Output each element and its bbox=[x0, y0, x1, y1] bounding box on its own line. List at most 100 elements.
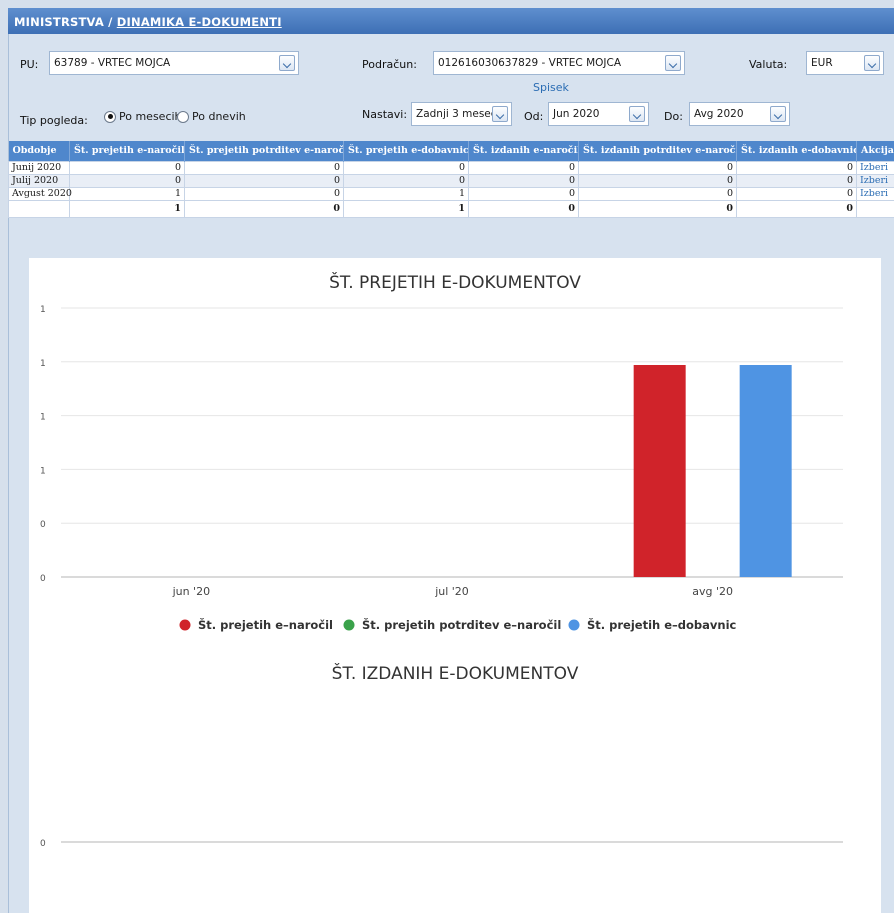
legend-marker bbox=[343, 619, 355, 631]
radio-dot[interactable] bbox=[177, 110, 189, 123]
value-cell: 0 bbox=[69, 160, 185, 175]
bar--t-prejetih-e-naro-il bbox=[633, 365, 686, 577]
nastavi-value: Zadnji 3 meseci bbox=[416, 108, 500, 120]
value-cell: 0 bbox=[69, 173, 185, 188]
radio-po-mesecih[interactable]: Po mesecih bbox=[104, 110, 182, 123]
column-header[interactable]: Št. izdanih e-naročil bbox=[468, 141, 579, 161]
total-cell: 0 bbox=[736, 199, 857, 218]
total-cell: 1 bbox=[69, 199, 185, 218]
x-tick-label: avg '20 bbox=[692, 585, 733, 598]
od-value: Jun 2020 bbox=[553, 108, 600, 120]
column-header[interactable]: Obdobje bbox=[8, 141, 70, 161]
value-cell: 0 bbox=[343, 173, 469, 188]
y-tick-label: 1 bbox=[40, 359, 46, 369]
do-select[interactable]: Avg 2020 bbox=[689, 102, 790, 126]
total-label-cell bbox=[8, 199, 70, 218]
value-cell: 0 bbox=[736, 186, 857, 201]
charts-card: ŠT. PREJETIH E-DOKUMENTOV 1 1 1 1 0 0 jun '20 ju… bbox=[29, 258, 881, 913]
chevron-down-icon[interactable] bbox=[492, 106, 508, 122]
chevron-down-icon[interactable] bbox=[864, 55, 880, 71]
radio-po-dnevih-label: Po dnevih bbox=[192, 110, 246, 123]
chart-title: ŠT. IZDANIH E-DOKUMENTOV bbox=[332, 662, 579, 684]
value-cell: 0 bbox=[736, 160, 857, 175]
valuta-value: EUR bbox=[811, 57, 833, 69]
nastavi-select[interactable]: Zadnji 3 meseci bbox=[411, 102, 512, 126]
value-cell: 1 bbox=[343, 186, 469, 201]
column-header[interactable]: Št. izdanih potrditev e-naročil bbox=[578, 141, 737, 161]
valuta-select[interactable]: EUR bbox=[806, 51, 884, 75]
period-cell: Avgust 2020 bbox=[8, 186, 72, 201]
chevron-down-icon[interactable] bbox=[629, 106, 645, 122]
value-cell: 0 bbox=[184, 173, 344, 188]
value-cell: 0 bbox=[184, 186, 344, 201]
title-link[interactable]: DINAMIKA E-DOKUMENTI bbox=[117, 15, 282, 29]
radio-po-mesecih-label: Po mesecih bbox=[119, 110, 182, 123]
pu-value: 63789 - VRTEC MOJCA bbox=[54, 57, 171, 69]
od-label: Od: bbox=[524, 110, 544, 123]
data-table: Obdobje Št. prejetih e-naročil Št. preje… bbox=[8, 141, 894, 218]
total-cell: 0 bbox=[468, 199, 579, 218]
column-header[interactable]: Št. prejetih e-dobavnic bbox=[343, 141, 469, 161]
pu-label: PU: bbox=[20, 58, 39, 71]
legend-marker bbox=[179, 619, 191, 631]
y-tick-label: 0 bbox=[40, 839, 46, 849]
table-header: Obdobje Št. prejetih e-naročil Št. preje… bbox=[8, 141, 894, 161]
spisek-link[interactable]: Spisek bbox=[533, 81, 569, 94]
x-tick-label: jun '20 bbox=[172, 585, 211, 598]
nastavi-label: Nastavi: bbox=[362, 108, 408, 121]
do-label: Do: bbox=[664, 110, 683, 123]
legend-label: Št. prejetih e–naročil bbox=[198, 617, 333, 632]
od-select[interactable]: Jun 2020 bbox=[548, 102, 649, 126]
value-cell: 0 bbox=[468, 173, 579, 188]
column-header[interactable]: Št. izdanih e-dobavnic bbox=[736, 141, 857, 161]
table-total-row: 1 0 1 0 0 0 bbox=[8, 199, 894, 218]
radio-po-dnevih[interactable]: Po dnevih bbox=[177, 110, 246, 123]
value-cell: 0 bbox=[468, 186, 579, 201]
chevron-down-icon[interactable] bbox=[665, 55, 681, 71]
table-row: Julij 2020 0 0 0 0 0 0 Izberi bbox=[8, 173, 894, 188]
total-cell: 0 bbox=[578, 199, 737, 218]
podracun-label: Podračun: bbox=[362, 58, 417, 71]
value-cell: 0 bbox=[578, 160, 737, 175]
column-header[interactable]: Akcija bbox=[856, 141, 894, 161]
izberi-link[interactable]: Izberi bbox=[856, 186, 894, 201]
do-value: Avg 2020 bbox=[694, 108, 744, 120]
izberi-link[interactable]: Izberi bbox=[856, 173, 894, 188]
pu-select[interactable]: 63789 - VRTEC MOJCA bbox=[49, 51, 299, 75]
value-cell: 1 bbox=[69, 186, 185, 201]
total-cell: 1 bbox=[343, 199, 469, 218]
podracun-select[interactable]: 012616030637829 - VRTEC MOJCA bbox=[433, 51, 685, 75]
tip-pogleda-label: Tip pogleda: bbox=[20, 114, 88, 127]
y-tick-label: 1 bbox=[40, 413, 46, 423]
page-title: MINISTRSTVA / DINAMIKA E-DOKUMENTI bbox=[8, 8, 894, 34]
table-row: Junij 2020 0 0 0 0 0 0 Izberi bbox=[8, 160, 894, 175]
legend-marker bbox=[568, 619, 580, 631]
value-cell: 0 bbox=[184, 160, 344, 175]
podracun-value: 012616030637829 - VRTEC MOJCA bbox=[438, 57, 622, 69]
valuta-label: Valuta: bbox=[749, 58, 788, 71]
y-tick-label: 0 bbox=[40, 574, 46, 584]
bar--t-prejetih-e-dobavnic bbox=[739, 365, 792, 577]
total-action-cell bbox=[856, 199, 894, 218]
y-tick-label: 0 bbox=[40, 520, 46, 530]
chevron-down-icon[interactable] bbox=[279, 55, 295, 71]
y-tick-label: 1 bbox=[40, 305, 46, 315]
title-prefix: MINISTRSTVA / bbox=[14, 15, 117, 29]
izberi-link[interactable]: Izberi bbox=[856, 160, 894, 175]
value-cell: 0 bbox=[578, 173, 737, 188]
legend-label: Št. prejetih e–dobavnic bbox=[587, 617, 737, 632]
period-cell: Julij 2020 bbox=[8, 173, 70, 188]
chart-title: ŠT. PREJETIH E-DOKUMENTOV bbox=[329, 271, 581, 293]
radio-dot-selected[interactable] bbox=[104, 110, 116, 123]
column-header[interactable]: Št. prejetih e-naročil bbox=[69, 141, 185, 161]
charts-svg: ŠT. PREJETIH E-DOKUMENTOV 1 1 1 1 0 0 jun '20 ju… bbox=[40, 271, 843, 849]
x-tick-label: jul '20 bbox=[434, 585, 469, 598]
value-cell: 0 bbox=[468, 160, 579, 175]
value-cell: 0 bbox=[578, 186, 737, 201]
period-cell: Junij 2020 bbox=[8, 160, 70, 175]
chevron-down-icon[interactable] bbox=[770, 106, 786, 122]
table-row: Avgust 2020 1 0 1 0 0 0 Izberi bbox=[8, 186, 894, 201]
column-header[interactable]: Št. prejetih potrditev e-naročil bbox=[184, 141, 344, 161]
value-cell: 0 bbox=[736, 173, 857, 188]
value-cell: 0 bbox=[343, 160, 469, 175]
